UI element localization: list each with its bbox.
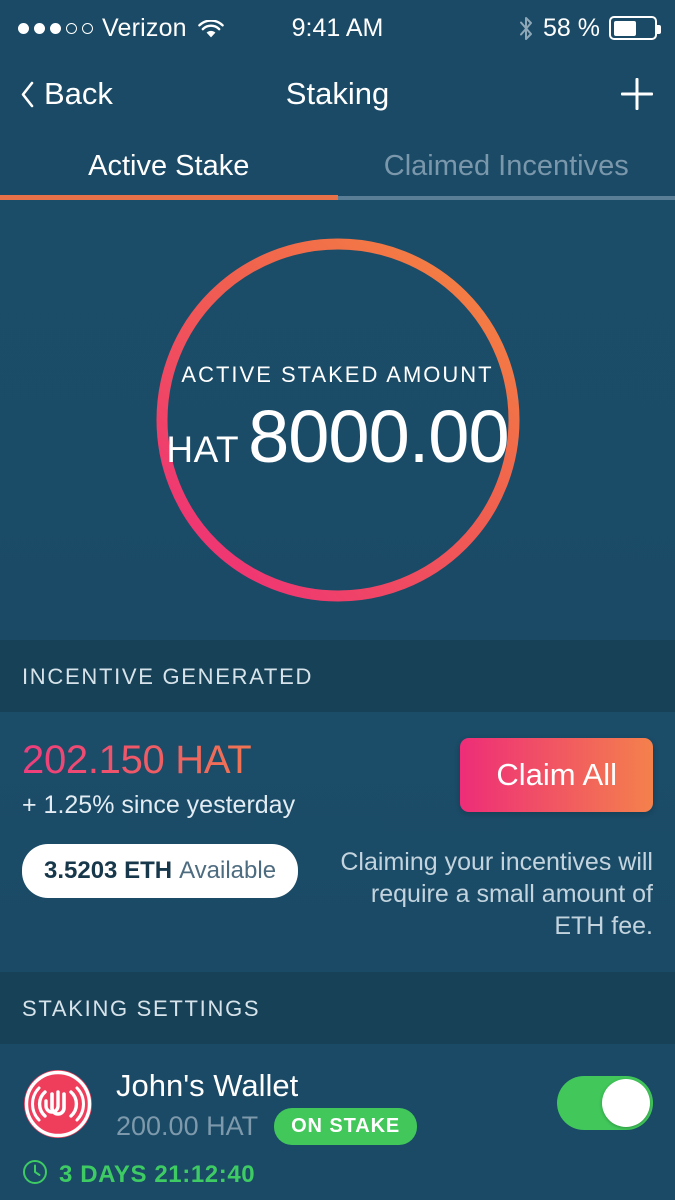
wallet-meta: 200.00 HAT ON STAKE: [116, 1108, 557, 1145]
incentive-summary-row: 202.150 HAT + 1.25% since yesterday Clai…: [22, 738, 653, 820]
toggle-knob: [602, 1079, 650, 1127]
staked-amount-unit: HAT: [166, 428, 240, 470]
staked-amount-panel: ACTIVE STAKED AMOUNT HAT 8000.00: [0, 200, 675, 640]
status-bar: Verizon 9:41 AM 58 %: [0, 0, 675, 56]
tab-active-stake[interactable]: Active Stake: [0, 132, 338, 200]
wallet-name: John's Wallet: [116, 1068, 299, 1103]
broadcast-icon: [22, 1068, 94, 1140]
staked-amount-value: 8000.00: [248, 394, 509, 478]
incentive-panel: 202.150 HAT + 1.25% since yesterday Clai…: [0, 712, 675, 972]
tab-bar: Active Stake Claimed Incentives: [0, 132, 675, 200]
battery-icon: [609, 16, 661, 40]
countdown-label: 3 DAYS 21:12:40: [59, 1160, 256, 1188]
chevron-left-icon: [20, 81, 35, 108]
staked-amount-value-row: HAT 8000.00: [166, 394, 509, 479]
wallet-amount: 200.00 HAT: [116, 1111, 259, 1141]
clock-label: 9:41 AM: [291, 13, 384, 42]
status-badge: ON STAKE: [274, 1108, 418, 1145]
incentive-change: + 1.25% since yesterday: [22, 791, 296, 819]
list-item[interactable]: John's Wallet 200.00 HAT ON STAKE: [0, 1044, 675, 1145]
wallet-info: John's Wallet 200.00 HAT ON STAKE: [116, 1068, 557, 1145]
wallet-countdown: 3 DAYS 21:12:40: [0, 1145, 675, 1200]
staking-settings-section-header: STAKING SETTINGS: [0, 972, 675, 1044]
incentive-amount-block: 202.150 HAT + 1.25% since yesterday: [22, 738, 295, 820]
incentive-amount: 202.150 HAT: [22, 738, 295, 783]
incentive-section-header: INCENTIVE GENERATED: [0, 640, 675, 712]
wallet-stake-toggle[interactable]: [557, 1076, 653, 1130]
plus-icon[interactable]: [619, 76, 655, 112]
clock-icon: [22, 1159, 48, 1190]
staked-amount-content: ACTIVE STAKED AMOUNT HAT 8000.00: [152, 234, 524, 606]
back-button[interactable]: Back: [20, 76, 113, 112]
staked-amount-label: ACTIVE STAKED AMOUNT: [181, 361, 494, 387]
tab-claimed-incentives[interactable]: Claimed Incentives: [338, 132, 675, 200]
eth-balance-available-label: Available: [179, 857, 277, 884]
eth-balance-badge[interactable]: 3.5203 ETH Available: [22, 844, 299, 898]
tab-active-stake-label: Active Stake: [88, 149, 250, 182]
eth-fee-note: Claiming your incentives will require a …: [340, 848, 653, 940]
navigation-bar: Back Staking: [0, 56, 675, 132]
back-label: Back: [44, 76, 113, 111]
staked-amount-ring: ACTIVE STAKED AMOUNT HAT 8000.00: [152, 234, 524, 606]
eth-balance-amount: 3.5203 ETH: [44, 857, 173, 884]
incentive-footer-row: 3.5203 ETH Available Claiming your incen…: [22, 844, 653, 942]
claim-all-button[interactable]: Claim All: [460, 738, 653, 812]
wallet-list: John's Wallet 200.00 HAT ON STAKE 3 DAYS…: [0, 1044, 675, 1200]
tab-claimed-incentives-label: Claimed Incentives: [383, 149, 629, 182]
app-screen: Verizon 9:41 AM 58 % Back Staking Active…: [0, 0, 675, 1200]
